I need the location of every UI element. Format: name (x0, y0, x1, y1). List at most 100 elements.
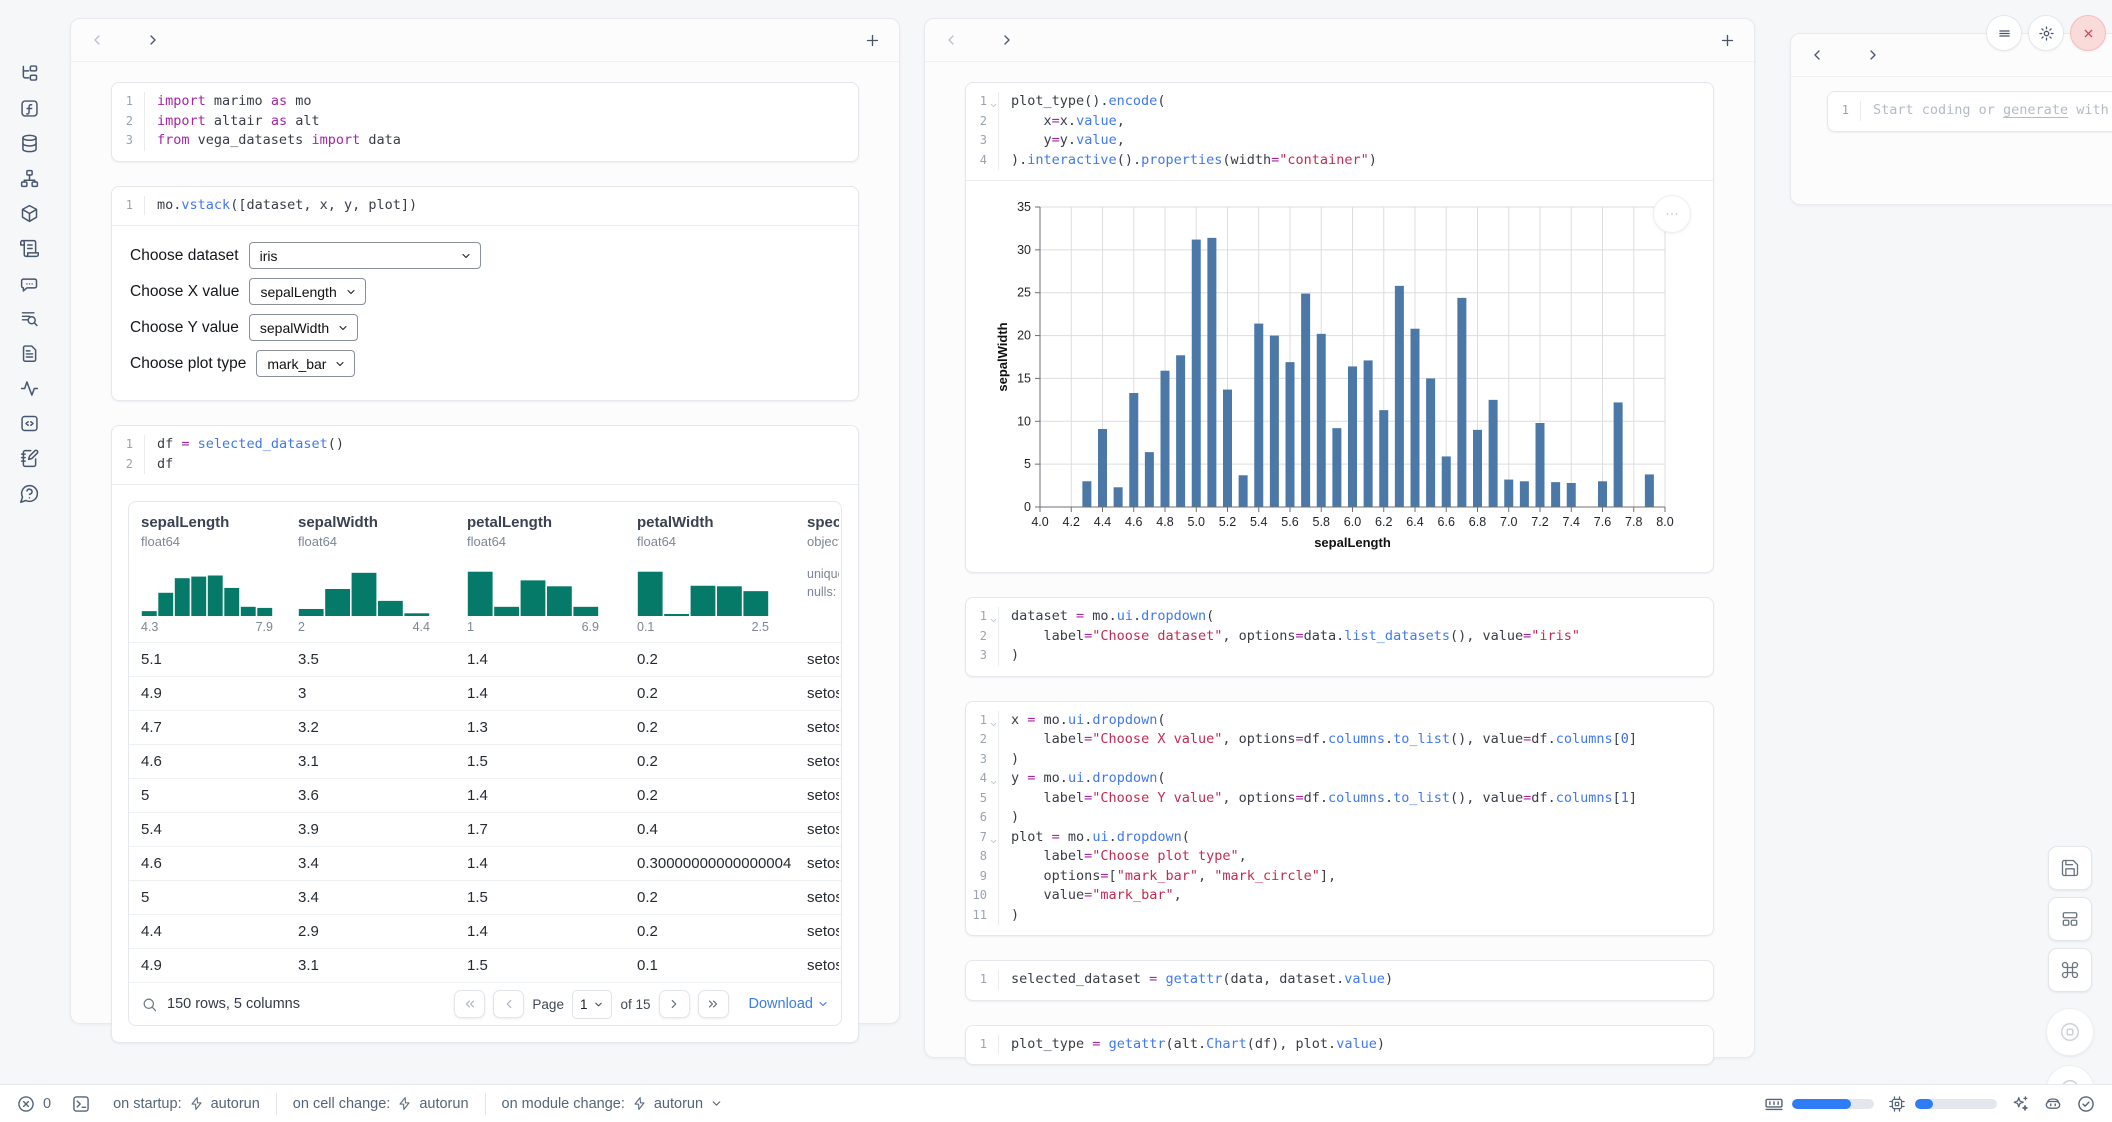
sidebar-chat-bot-icon[interactable] (14, 268, 44, 298)
terminal-icon[interactable] (71, 1094, 91, 1114)
add-cell-button[interactable] (864, 32, 881, 49)
sidebar-package-box-icon[interactable] (14, 198, 44, 228)
chevron-left-icon[interactable] (943, 32, 959, 48)
table-cell: 5.1 (129, 651, 286, 668)
code-editor[interactable]: 1selected_dataset = getattr(data, datase… (966, 961, 1713, 1000)
code-line: 4).interactive().properties(width="conta… (966, 151, 1713, 171)
table-cell: setosa (795, 753, 839, 770)
sidebar-function-square-icon[interactable] (14, 93, 44, 123)
sidebar-log-search-icon[interactable] (14, 303, 44, 333)
column-header-sepalLength[interactable]: sepalLengthfloat644.37.9 (129, 502, 286, 642)
code-editor[interactable]: 1dataset = mo.ui.dropdown(2 label="Choos… (966, 598, 1713, 676)
close-button[interactable] (2070, 15, 2106, 51)
copilot-icon[interactable] (2043, 1094, 2063, 1114)
code-editor[interactable]: 1plot_type = getattr(alt.Chart(df), plot… (966, 1026, 1713, 1065)
dropdown-mark_bar[interactable]: mark_bar (256, 350, 355, 377)
sidebar-changelog-scroll-icon[interactable] (14, 233, 44, 263)
code-line: 3from vega_datasets import data (112, 131, 858, 151)
code-editor[interactable]: 1df = selected_dataset()2df (112, 426, 858, 484)
x-circle-icon (16, 1094, 36, 1114)
notebook-column-left: 1import marimo as mo2import altair as al… (70, 18, 900, 1024)
code-editor[interactable]: 1plot_type().encode(2 x=x.value,3 y=y.va… (966, 83, 1713, 180)
command-button[interactable] (2048, 948, 2092, 992)
column-header-sepalWidth[interactable]: sepalWidthfloat6424.4 (286, 502, 455, 642)
first-page-button[interactable] (454, 990, 485, 1018)
last-page-button[interactable] (698, 990, 729, 1018)
code-line: 10 value="mark_bar", (966, 886, 1713, 906)
code-cell-vstack: 1mo.vstack([dataset, x, y, plot]) Choose… (111, 186, 859, 402)
sidebar-document-icon[interactable] (14, 338, 44, 368)
sidebar-dependency-graph-icon[interactable] (14, 163, 44, 193)
code-editor[interactable]: 1x = mo.ui.dropdown(2 label="Choose X va… (966, 702, 1713, 936)
chevron-right-icon[interactable] (1865, 47, 1881, 63)
chart-output: 4.04.24.44.64.85.05.25.45.65.86.06.26.46… (966, 180, 1713, 572)
chevron-left-icon[interactable] (1809, 47, 1825, 63)
table-row: 5.43.91.70.4setosa (129, 812, 841, 846)
save-button[interactable] (2048, 846, 2092, 890)
table-cell: 0.2 (625, 719, 795, 736)
column-histogram (637, 562, 769, 616)
code-line: 11) (966, 906, 1713, 926)
table-cell: setosa (795, 685, 839, 702)
svg-text:5.4: 5.4 (1250, 515, 1267, 529)
sidebar-help-question-icon[interactable] (14, 478, 44, 508)
error-count: 0 (43, 1096, 51, 1112)
svg-text:6.8: 6.8 (1469, 515, 1486, 529)
column-header-species[interactable]: speciesobjectunique:nulls: (795, 502, 839, 642)
svg-text:sepalLength: sepalLength (1314, 535, 1391, 550)
altair-bar-chart[interactable]: 4.04.24.44.64.85.05.25.45.65.86.06.26.46… (994, 197, 1713, 564)
check-circle-icon[interactable] (2076, 1094, 2096, 1114)
menu-button[interactable] (1986, 15, 2022, 51)
sidebar-code-snippets-icon[interactable] (14, 408, 44, 438)
settings-button[interactable] (2028, 15, 2064, 51)
layout-grid-button[interactable] (2048, 897, 2092, 941)
code-editor[interactable]: 1mo.vstack([dataset, x, y, plot]) (112, 187, 858, 226)
errors-indicator[interactable]: 0 (16, 1094, 51, 1114)
column-header-petalWidth[interactable]: petalWidthfloat640.12.5 (625, 502, 795, 642)
code-editor-placeholder[interactable]: 1Start coding or generate with AI (1828, 92, 2112, 131)
svg-text:4.4: 4.4 (1094, 515, 1111, 529)
sidebar-file-tree-icon[interactable] (14, 58, 44, 88)
vstack-output: Choose datasetirisChoose X valuesepalLen… (112, 225, 858, 400)
svg-text:6.0: 6.0 (1344, 515, 1361, 529)
run-mode-3[interactable]: on module change:autorun (502, 1096, 724, 1112)
code-cell-dataframe: 1df = selected_dataset()2df sepalLengthf… (111, 425, 859, 1043)
chevron-down-icon (593, 999, 604, 1010)
table-cell: 4.9 (129, 685, 286, 702)
next-page-button[interactable] (659, 990, 690, 1018)
table-row: 53.61.40.2setosa (129, 778, 841, 812)
chart-menu-button[interactable] (1653, 195, 1691, 233)
code-line: 9 options=["mark_bar", "mark_circle"], (966, 867, 1713, 887)
run-mode-2[interactable]: on cell change:autorun (293, 1096, 469, 1112)
page-select[interactable]: 1 (572, 990, 613, 1019)
table-cell: 3 (286, 685, 455, 702)
chevron-right-icon[interactable] (145, 32, 161, 48)
add-cell-button[interactable] (1719, 32, 1736, 49)
column-histogram (298, 562, 430, 616)
dropdown-sepalWidth[interactable]: sepalWidth (249, 314, 358, 341)
column-header-petalLength[interactable]: petalLengthfloat6416.9 (455, 502, 625, 642)
table-row: 5.13.51.40.2setosa (129, 642, 841, 676)
code-cell-selected-dataset: 1selected_dataset = getattr(data, datase… (965, 960, 1714, 1001)
code-editor[interactable]: 1import marimo as mo2import altair as al… (112, 83, 858, 161)
zap-icon (632, 1096, 647, 1111)
chevron-left-icon[interactable] (89, 32, 105, 48)
code-cell-imports: 1import marimo as mo2import altair as al… (111, 82, 859, 162)
table-cell: 0.1 (625, 957, 795, 974)
pagination: Page 1 of 15 Download (454, 990, 829, 1019)
sidebar-activity-pulse-icon[interactable] (14, 373, 44, 403)
svg-text:20: 20 (1017, 329, 1031, 343)
run-mode-1[interactable]: on startup:autorun (113, 1096, 260, 1112)
sidebar-notepad-pencil-icon[interactable] (14, 443, 44, 473)
download-button[interactable]: Download (749, 996, 830, 1012)
chevron-right-icon[interactable] (999, 32, 1015, 48)
dropdown-iris[interactable]: iris (249, 242, 481, 269)
prev-page-button[interactable] (493, 990, 524, 1018)
sparkles-icon[interactable] (2010, 1094, 2030, 1114)
chevron-down-icon (460, 250, 472, 262)
stop-circle-button[interactable] (2046, 1008, 2094, 1056)
search-icon[interactable] (141, 996, 158, 1013)
dropdown-sepalLength[interactable]: sepalLength (249, 278, 365, 305)
sidebar-database-icon[interactable] (14, 128, 44, 158)
chevron-down-icon (334, 358, 346, 370)
